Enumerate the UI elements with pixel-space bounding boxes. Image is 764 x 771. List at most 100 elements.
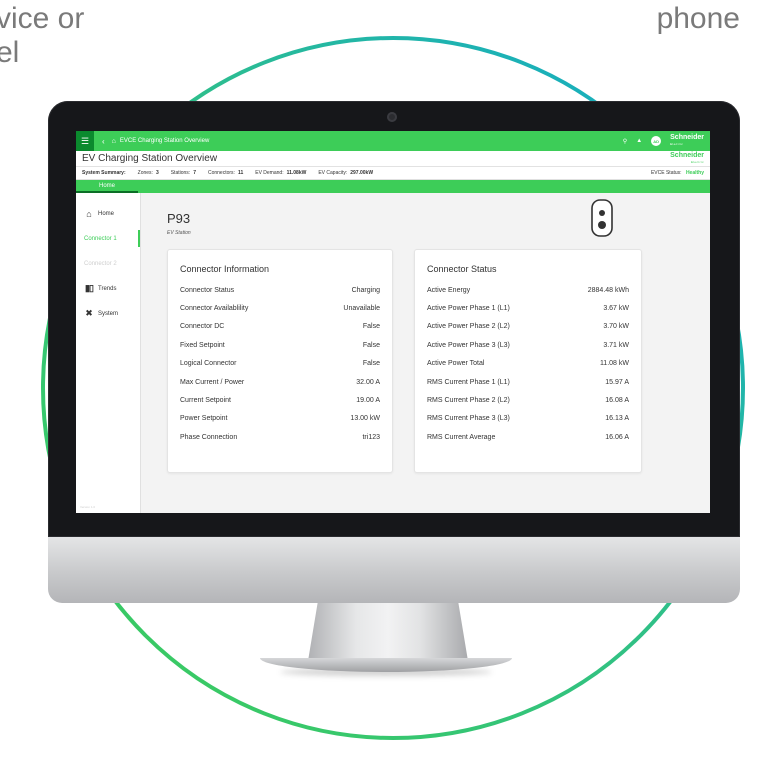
table-row: RMS Current Average 16.06 A: [427, 428, 629, 446]
stations-label: Stations:: [170, 170, 191, 176]
notification-bell-icon[interactable]: ▲: [636, 138, 642, 144]
table-row: Logical Connector False: [180, 355, 380, 373]
sidebar-item-connector-2[interactable]: Connector 2: [76, 251, 140, 276]
row-value: 11.08 kW: [599, 360, 629, 368]
page-title: EV Charging Station Overview: [82, 153, 218, 164]
row-value: 2884.48 kWh: [587, 286, 629, 294]
top-app-bar: ☰ ‹ ⌂ EVCE Charging Station Overview ⚲ ▲…: [76, 131, 710, 151]
sidebar-item-home[interactable]: ⌂ Home: [76, 201, 140, 226]
row-label: RMS Current Phase 3 (L3): [427, 415, 510, 423]
connectors-value: 11: [237, 170, 244, 176]
row-value: 3.70 kW: [603, 323, 629, 331]
row-value: 19.00 A: [356, 397, 380, 405]
station-type: EV Station: [167, 230, 191, 236]
table-row: Active Energy 2884.48 kWh: [427, 281, 629, 299]
table-row: Active Power Phase 3 (L3) 3.71 kW: [427, 336, 629, 354]
sidebar: ⌂ Home Connector 1 Connector 2 ▮▯ Trends…: [76, 193, 141, 513]
monitor-stand: [308, 603, 468, 661]
home-icon: ⌂: [86, 208, 92, 219]
sidebar-item-trends[interactable]: ▮▯ Trends: [76, 276, 140, 301]
connector-status-rows: Active Energy 2884.48 kWh Active Power Pha…: [427, 281, 629, 447]
row-value: 15.97 A: [605, 378, 629, 386]
monitor-chin: [48, 537, 740, 603]
sidebar-item-system[interactable]: ✖ System: [76, 301, 140, 326]
table-row: Connector Availablility Unavailable: [180, 299, 380, 317]
summary-label: System Summary:: [82, 170, 126, 176]
zones-value: 3: [155, 170, 159, 176]
main-content: P93 EV Station Connector Information Con…: [141, 193, 710, 513]
row-value: Unavailable: [343, 305, 380, 313]
table-row: Active Power Total 11.08 kW: [427, 355, 629, 373]
status-badge: Healthy: [685, 170, 704, 176]
card-title: Connector Status: [427, 264, 497, 274]
bar-chart-icon: ▮▯: [85, 283, 94, 293]
row-value: 16.06 A: [605, 433, 629, 441]
card-title: Connector Information: [180, 264, 270, 274]
table-row: Fixed Setpoint False: [180, 336, 380, 354]
row-label: Active Power Total: [427, 360, 485, 368]
row-value: 32.00 A: [356, 378, 380, 386]
home-icon[interactable]: ⌂: [112, 138, 116, 145]
search-icon[interactable]: ⚲: [623, 138, 627, 145]
connectors-label: Connectors:: [207, 170, 235, 176]
table-row: Active Power Phase 2 (L2) 3.70 kW: [427, 318, 629, 336]
sidebar-item-connector-1[interactable]: Connector 1: [76, 226, 140, 251]
row-value: 16.08 A: [605, 397, 629, 405]
row-value: 3.67 kW: [603, 305, 629, 313]
version-label: Version 1.0: [80, 505, 96, 509]
connector-status-card: Connector Status Active Energy 2884.48 kW…: [414, 249, 642, 473]
hamburger-icon[interactable]: ☰: [76, 131, 94, 151]
row-label: Active Power Phase 1 (L1): [427, 305, 510, 313]
row-value: 13.00 kW: [350, 415, 380, 423]
row-label: Active Power Phase 2 (L2): [427, 323, 510, 331]
zones-label: Zones:: [137, 170, 153, 176]
row-value: 16.13 A: [605, 415, 629, 423]
home-tab-bar: Home: [76, 180, 710, 193]
ev-charger-icon: [591, 199, 613, 237]
evce-status: EVCE Status: Healthy: [650, 170, 704, 176]
row-label: Connector Availablility: [180, 305, 249, 313]
table-row: Phase Connection tri123: [180, 428, 380, 446]
table-row: RMS Current Phase 1 (L1) 15.97 A: [427, 373, 629, 391]
ev-demand-label: EV Demand:: [255, 170, 284, 176]
page-header: EV Charging Station Overview Schneider El…: [76, 151, 710, 167]
breadcrumb[interactable]: EVCE Charging Station Overview: [120, 138, 209, 144]
sidebar-item-label: Trends: [98, 285, 117, 292]
sidebar-item-label: Connector 1: [84, 235, 117, 242]
table-row: Connector Status Charging: [180, 281, 380, 299]
row-label: Max Current / Power: [180, 378, 245, 386]
system-summary-bar: System Summary: Zones: 3 Stations: 7 Conne…: [76, 167, 710, 180]
row-label: Current Setpoint: [180, 397, 231, 405]
station-name: P93: [167, 211, 191, 226]
row-label: Fixed Setpoint: [180, 341, 225, 349]
table-row: Active Power Phase 1 (L1) 3.67 kW: [427, 299, 629, 317]
tools-icon: ✖: [85, 308, 93, 318]
sidebar-item-label: Connector 2: [84, 260, 117, 267]
connector-information-card: Connector Information Connector Status Ch…: [167, 249, 393, 473]
ev-capacity-label: EV Capacity:: [318, 170, 348, 176]
chevron-left-icon[interactable]: ‹: [102, 137, 105, 146]
row-label: Connector Status: [180, 286, 235, 294]
row-label: RMS Current Phase 1 (L1): [427, 378, 510, 386]
row-value: Charging: [351, 286, 380, 294]
brand-logo: Schneider Electric: [670, 134, 704, 146]
app-screen: ☰ ‹ ⌂ EVCE Charging Station Overview ⚲ ▲…: [76, 131, 710, 513]
row-label: Active Energy: [427, 286, 471, 294]
tab-home[interactable]: Home: [76, 180, 138, 193]
table-row: RMS Current Phase 2 (L2) 16.08 A: [427, 391, 629, 409]
table-row: Connector DC False: [180, 318, 380, 336]
table-row: Power Setpoint 13.00 kW: [180, 410, 380, 428]
ev-demand-value: 11.08kW: [286, 170, 307, 176]
sidebar-item-label: Home: [98, 210, 115, 217]
connector-information-rows: Connector Status Charging Connector Availa…: [180, 281, 380, 447]
row-value: False: [362, 323, 380, 331]
avatar[interactable]: AD: [651, 136, 662, 146]
row-label: Logical Connector: [180, 360, 237, 368]
row-value: False: [362, 360, 380, 368]
row-label: Active Power Phase 3 (L3): [427, 341, 510, 349]
row-label: RMS Current Average: [427, 433, 496, 441]
row-value: False: [362, 341, 380, 349]
ev-capacity-value: 297.00kW: [350, 170, 374, 176]
row-label: Phase Connection: [180, 433, 238, 441]
stations-value: 7: [193, 170, 196, 176]
